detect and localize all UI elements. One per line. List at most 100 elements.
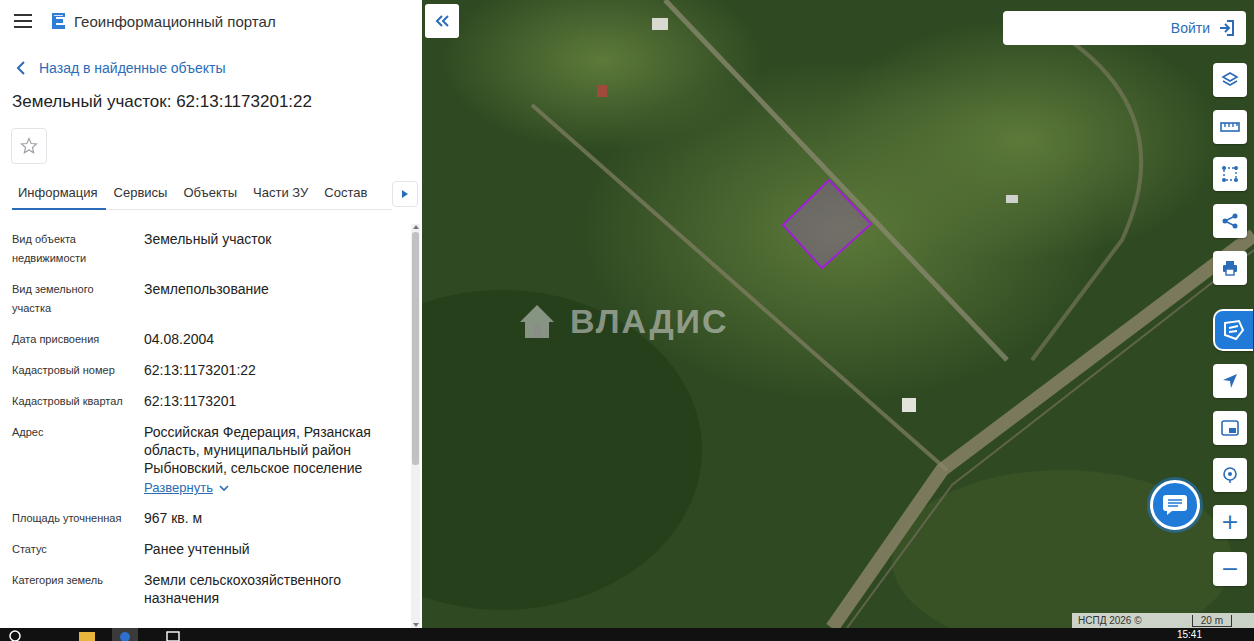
login-label: Войти [1171, 20, 1210, 36]
property-label: Статус [12, 540, 132, 559]
favorite-button[interactable] [11, 128, 47, 164]
scale-bar: 20 m [1192, 615, 1232, 627]
tabs: ИнформацияСервисыОбъектыЧасти ЗУСостав [0, 178, 422, 210]
property-label: Вид земельного участка [12, 280, 132, 318]
property-value: 62:13:1173201:22 [144, 361, 411, 380]
chevron-down-icon [219, 485, 229, 492]
expand-link[interactable]: Развернуть [144, 479, 229, 497]
map-attribution: НСПД 2026 © 20 m [1072, 613, 1254, 628]
map[interactable]: ВЛАДИСВойти+−НСПД 2026 ©20 m [422, 0, 1254, 628]
screen: Геоинформационный портал Назад в найденны… [0, 0, 1254, 641]
property-row: АдресРоссийская Федерация, Рязанская обл… [12, 417, 411, 503]
locate-button[interactable] [1213, 364, 1247, 398]
window-icon[interactable] [166, 628, 180, 641]
satellite-imagery [422, 0, 1254, 628]
portal-title: Геоинформационный портал [74, 13, 276, 30]
menu-icon[interactable] [14, 14, 32, 28]
property-label: Кадастровый номер [12, 361, 132, 380]
chat-icon [1162, 493, 1188, 517]
watermark-logo-icon [516, 300, 558, 342]
chevron-left-icon [16, 61, 26, 75]
main-area: Геоинформационный портал Назад в найденны… [0, 0, 1254, 628]
property-value-text: 04.08.2004 [144, 330, 403, 348]
tab[interactable]: Объекты [175, 178, 245, 210]
share-button[interactable] [1213, 204, 1247, 238]
scroll-thumb[interactable] [412, 232, 419, 465]
object-title: Земельный участок: 62:13:1173201:22 [0, 90, 422, 114]
property-value-text: Ранее учтенный [144, 540, 403, 558]
property-value-text: 62:13:1173201:22 [144, 361, 403, 379]
property-value: Земли сельскохозяйственного назначения [144, 571, 411, 607]
taskbar: 15:41 [0, 628, 1254, 641]
expand-label: Развернуть [144, 479, 213, 497]
back-link-label: Назад в найденные объекты [39, 60, 225, 76]
property-value-text: Землепользование [144, 280, 403, 298]
property-row: Категория земель Земли сельскохозяйственн… [12, 565, 411, 613]
star-icon [20, 137, 38, 155]
double-chevron-left-icon [435, 15, 449, 27]
property-row: Площадь уточненная967 кв. м [12, 503, 411, 534]
property-row: Статус Ранее учтенный [12, 534, 411, 565]
tabs-scroll-button[interactable] [392, 181, 418, 207]
attribution-text: НСПД 2026 © [1078, 615, 1142, 626]
property-row: Вид объекта недвижимости Земельный участо… [12, 224, 411, 274]
chat-button[interactable] [1150, 480, 1200, 530]
top-bar: Геоинформационный портал [0, 0, 422, 42]
properties-area: Вид объекта недвижимости Земельный участо… [0, 224, 422, 628]
geolocation-button[interactable] [1213, 458, 1247, 492]
tab[interactable]: Информация [12, 178, 106, 210]
scrollbar[interactable] [411, 224, 420, 628]
minimap-button[interactable] [1213, 411, 1247, 445]
property-label: Вид объекта недвижимости [12, 230, 132, 268]
watermark-text: ВЛАДИС [570, 302, 729, 341]
property-value: Землепользование [144, 280, 411, 318]
watermark: ВЛАДИС [516, 300, 729, 342]
ruler-icon [1220, 121, 1240, 133]
property-value: 04.08.2004 [144, 330, 411, 349]
zoom-out-button[interactable]: − [1213, 552, 1247, 586]
layers-button[interactable] [1213, 63, 1247, 97]
tab[interactable]: Сервисы [106, 178, 176, 210]
scroll-track [411, 230, 420, 622]
search-icon[interactable] [8, 628, 22, 641]
property-value: Земельный участок [144, 230, 411, 268]
property-row: Кадастровый квартал62:13:1173201 [12, 386, 411, 417]
print-button[interactable] [1213, 251, 1247, 285]
property-value-text: Российская Федерация, Рязанская область,… [144, 423, 403, 477]
login-icon [1218, 19, 1236, 37]
property-value-text: 967 кв. м [144, 509, 403, 527]
scroll-up-icon[interactable] [412, 224, 420, 230]
collapse-panel-button[interactable] [425, 4, 459, 38]
tab[interactable]: Состав [316, 178, 375, 210]
active-app[interactable] [112, 628, 138, 641]
property-label: Кадастровый квартал [12, 392, 132, 411]
property-value: Российская Федерация, Рязанская область,… [144, 423, 411, 497]
folder-icon[interactable] [78, 628, 96, 641]
nspd-logo-icon [1222, 319, 1246, 341]
select-area-icon [1221, 165, 1239, 183]
info-panel: Геоинформационный портал Назад в найденны… [0, 0, 422, 628]
zoom-in-button[interactable]: + [1213, 505, 1247, 539]
property-value-text: Земли сельскохозяйственного назначения [144, 571, 403, 607]
property-row: Дата присвоения04.08.2004 [12, 324, 411, 355]
picture-in-picture-icon [1221, 420, 1239, 436]
share-icon [1221, 212, 1239, 230]
parcel-outline[interactable] [783, 180, 871, 268]
print-icon [1221, 259, 1239, 277]
measure-button[interactable] [1213, 110, 1247, 144]
property-value-text: Земельный участок [144, 230, 403, 248]
tab[interactable]: Части ЗУ [245, 178, 316, 210]
login-bar[interactable]: Войти [1003, 11, 1246, 45]
properties-list: Вид объекта недвижимости Земельный участо… [0, 224, 411, 628]
arrow-right-icon [402, 190, 408, 198]
map-toolbar: +− [1213, 63, 1247, 586]
navigation-arrow-icon [1221, 372, 1239, 390]
back-link[interactable]: Назад в найденные объекты [0, 54, 422, 82]
nspd-button[interactable] [1213, 309, 1253, 351]
property-label: Категория земель [12, 571, 132, 607]
property-value: 967 кв. м [144, 509, 411, 528]
select-area-button[interactable] [1213, 157, 1247, 191]
location-pin-icon [1221, 466, 1239, 484]
clock: 15:41 [1177, 628, 1202, 641]
layers-icon [1221, 71, 1239, 89]
